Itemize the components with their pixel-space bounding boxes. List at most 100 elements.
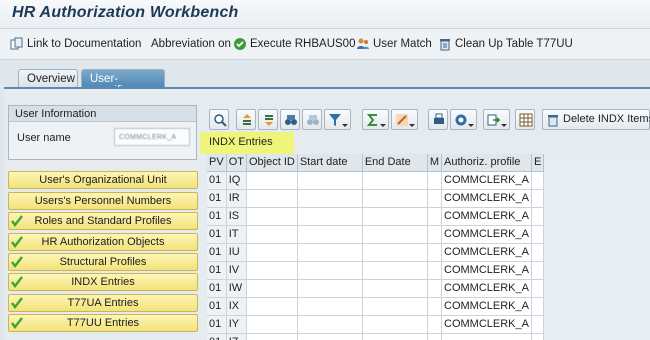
table-cell xyxy=(297,315,363,334)
table-cell xyxy=(427,315,443,334)
table-cell: COMMCLERK_A xyxy=(441,225,532,244)
details-button[interactable] xyxy=(209,109,229,130)
nav-button[interactable]: User's Organizational Unit xyxy=(8,171,198,189)
nav-button[interactable]: HR Authorization Objects xyxy=(8,233,198,251)
table-cell xyxy=(246,279,298,298)
grid-title: INDX Entries xyxy=(200,132,294,154)
table-row[interactable]: 01 IT COMMCLERK_A xyxy=(207,225,545,244)
table-cell: COMMCLERK_A xyxy=(441,243,532,262)
views-button[interactable] xyxy=(450,109,477,130)
table-row[interactable]: 01 IW COMMCLERK_A xyxy=(207,279,545,298)
table-cell xyxy=(297,243,363,262)
checkmark-icon xyxy=(11,215,23,227)
table-cell: IW xyxy=(226,279,247,298)
nav-button[interactable]: Users's Personnel Numbers xyxy=(8,192,198,210)
table-cell xyxy=(531,207,545,226)
column-header[interactable]: PV xyxy=(207,154,227,172)
print-preview-button[interactable] xyxy=(428,109,448,130)
nav-button-label: Roles and Standard Profiles xyxy=(34,215,172,227)
checkmark-icon xyxy=(11,297,23,309)
chevron-down-icon xyxy=(468,124,474,127)
indx-entries-grid: PV OT Object ID Start date End Date M Authoriz… xyxy=(207,154,650,340)
execute-rhbaus00-button[interactable]: Execute RHBAUS00 xyxy=(233,36,355,52)
layout-button[interactable] xyxy=(515,109,535,130)
table-cell: COMMCLERK_A xyxy=(441,261,532,280)
execute-icon xyxy=(233,37,247,51)
table-cell xyxy=(427,243,443,262)
table-row[interactable]: 01 IX COMMCLERK_A xyxy=(207,297,545,316)
nav-button-label: Structural Profiles xyxy=(59,256,147,268)
column-header[interactable]: M xyxy=(427,154,443,172)
delete-indx-items-button[interactable]: Delete INDX Items xyxy=(542,109,650,130)
table-row[interactable]: 01 IS COMMCLERK_A xyxy=(207,207,545,226)
table-cell xyxy=(246,189,298,208)
table-cell: COMMCLERK_A xyxy=(441,171,532,190)
table-cell xyxy=(362,333,428,340)
magnifier-icon xyxy=(214,114,227,127)
table-cell: 01 xyxy=(207,297,227,316)
table-cell xyxy=(531,171,545,190)
table-row[interactable]: 01IZ xyxy=(207,333,545,340)
clean-up-table-button[interactable]: Clean Up Table T77UU xyxy=(438,36,573,52)
nav-button[interactable]: T77UA Entries xyxy=(8,294,198,312)
column-header[interactable]: End Date xyxy=(362,154,428,172)
table-cell: IQ xyxy=(226,171,247,190)
grid-layout-icon xyxy=(519,113,533,127)
table-cell: IR xyxy=(226,189,247,208)
nav-button[interactable]: Structural Profiles xyxy=(8,253,198,271)
export-button[interactable] xyxy=(483,109,510,130)
sort-ascending-icon xyxy=(243,114,251,125)
link-to-documentation-button[interactable]: Link to Documentation xyxy=(10,36,141,52)
nav-button[interactable]: T77UU Entries xyxy=(8,314,198,332)
table-row[interactable]: 01 IY COMMCLERK_A xyxy=(207,315,545,334)
column-header[interactable]: Start date xyxy=(297,154,363,172)
table-cell xyxy=(362,315,428,334)
table-cell xyxy=(531,243,545,262)
window-title: HR Authorization Workbench xyxy=(12,4,239,21)
table-cell: COMMCLERK_A xyxy=(441,297,532,316)
filter-button[interactable] xyxy=(324,109,351,130)
abbreviation-on-button[interactable]: Abbreviation on xyxy=(151,36,231,52)
table-row[interactable]: 01 IQ COMMCLERK_A xyxy=(207,171,545,190)
nav-button-label: User's Organizational Unit xyxy=(39,174,167,186)
table-cell xyxy=(246,207,298,226)
table-cell: 01 xyxy=(207,207,227,226)
tab-strip: Overview User-specific xyxy=(0,60,650,97)
chevron-down-icon xyxy=(342,124,348,127)
table-row[interactable]: 01 IV COMMCLERK_A xyxy=(207,261,545,280)
user-name-field[interactable]: COMMCLERK_A xyxy=(114,128,190,146)
column-header[interactable]: E xyxy=(531,154,545,172)
table-cell: IY xyxy=(226,315,247,334)
subtotal-icon xyxy=(396,114,408,126)
tab-user-specific[interactable]: User-specific xyxy=(81,69,165,97)
column-header[interactable]: Authoriz. profile xyxy=(441,154,532,172)
table-row[interactable]: 01 IR COMMCLERK_A xyxy=(207,189,545,208)
table-row[interactable]: 01 IU COMMCLERK_A xyxy=(207,243,545,262)
checkmark-icon xyxy=(11,256,23,268)
table-cell xyxy=(297,261,363,280)
tab-overview[interactable]: Overview xyxy=(18,69,78,88)
subtotal-button[interactable] xyxy=(391,109,418,130)
table-cell: 01 xyxy=(207,225,227,244)
table-cell xyxy=(427,171,443,190)
column-header[interactable]: OT xyxy=(226,154,247,172)
find-button[interactable] xyxy=(280,109,300,130)
sort-ascending-button[interactable] xyxy=(236,109,256,130)
user-match-button[interactable]: User Match xyxy=(356,36,432,52)
table-cell xyxy=(297,297,363,316)
link-to-documentation-label: Link to Documentation xyxy=(27,38,142,50)
table-cell xyxy=(427,279,443,298)
table-cell xyxy=(297,171,363,190)
table-cell xyxy=(427,207,443,226)
find-next-button[interactable] xyxy=(302,109,322,130)
table-cell: COMMCLERK_A xyxy=(441,279,532,298)
total-button[interactable] xyxy=(362,109,389,130)
table-cell: 01 xyxy=(207,261,227,280)
column-header[interactable]: Object ID xyxy=(246,154,298,172)
export-icon xyxy=(487,114,501,126)
nav-button[interactable]: INDX Entries xyxy=(8,273,198,291)
table-cell xyxy=(246,333,298,340)
application-toolbar: Link to Documentation Abbreviation on Ex… xyxy=(0,29,650,60)
sort-descending-button[interactable] xyxy=(258,109,278,130)
nav-button[interactable]: Roles and Standard Profiles xyxy=(8,212,198,230)
